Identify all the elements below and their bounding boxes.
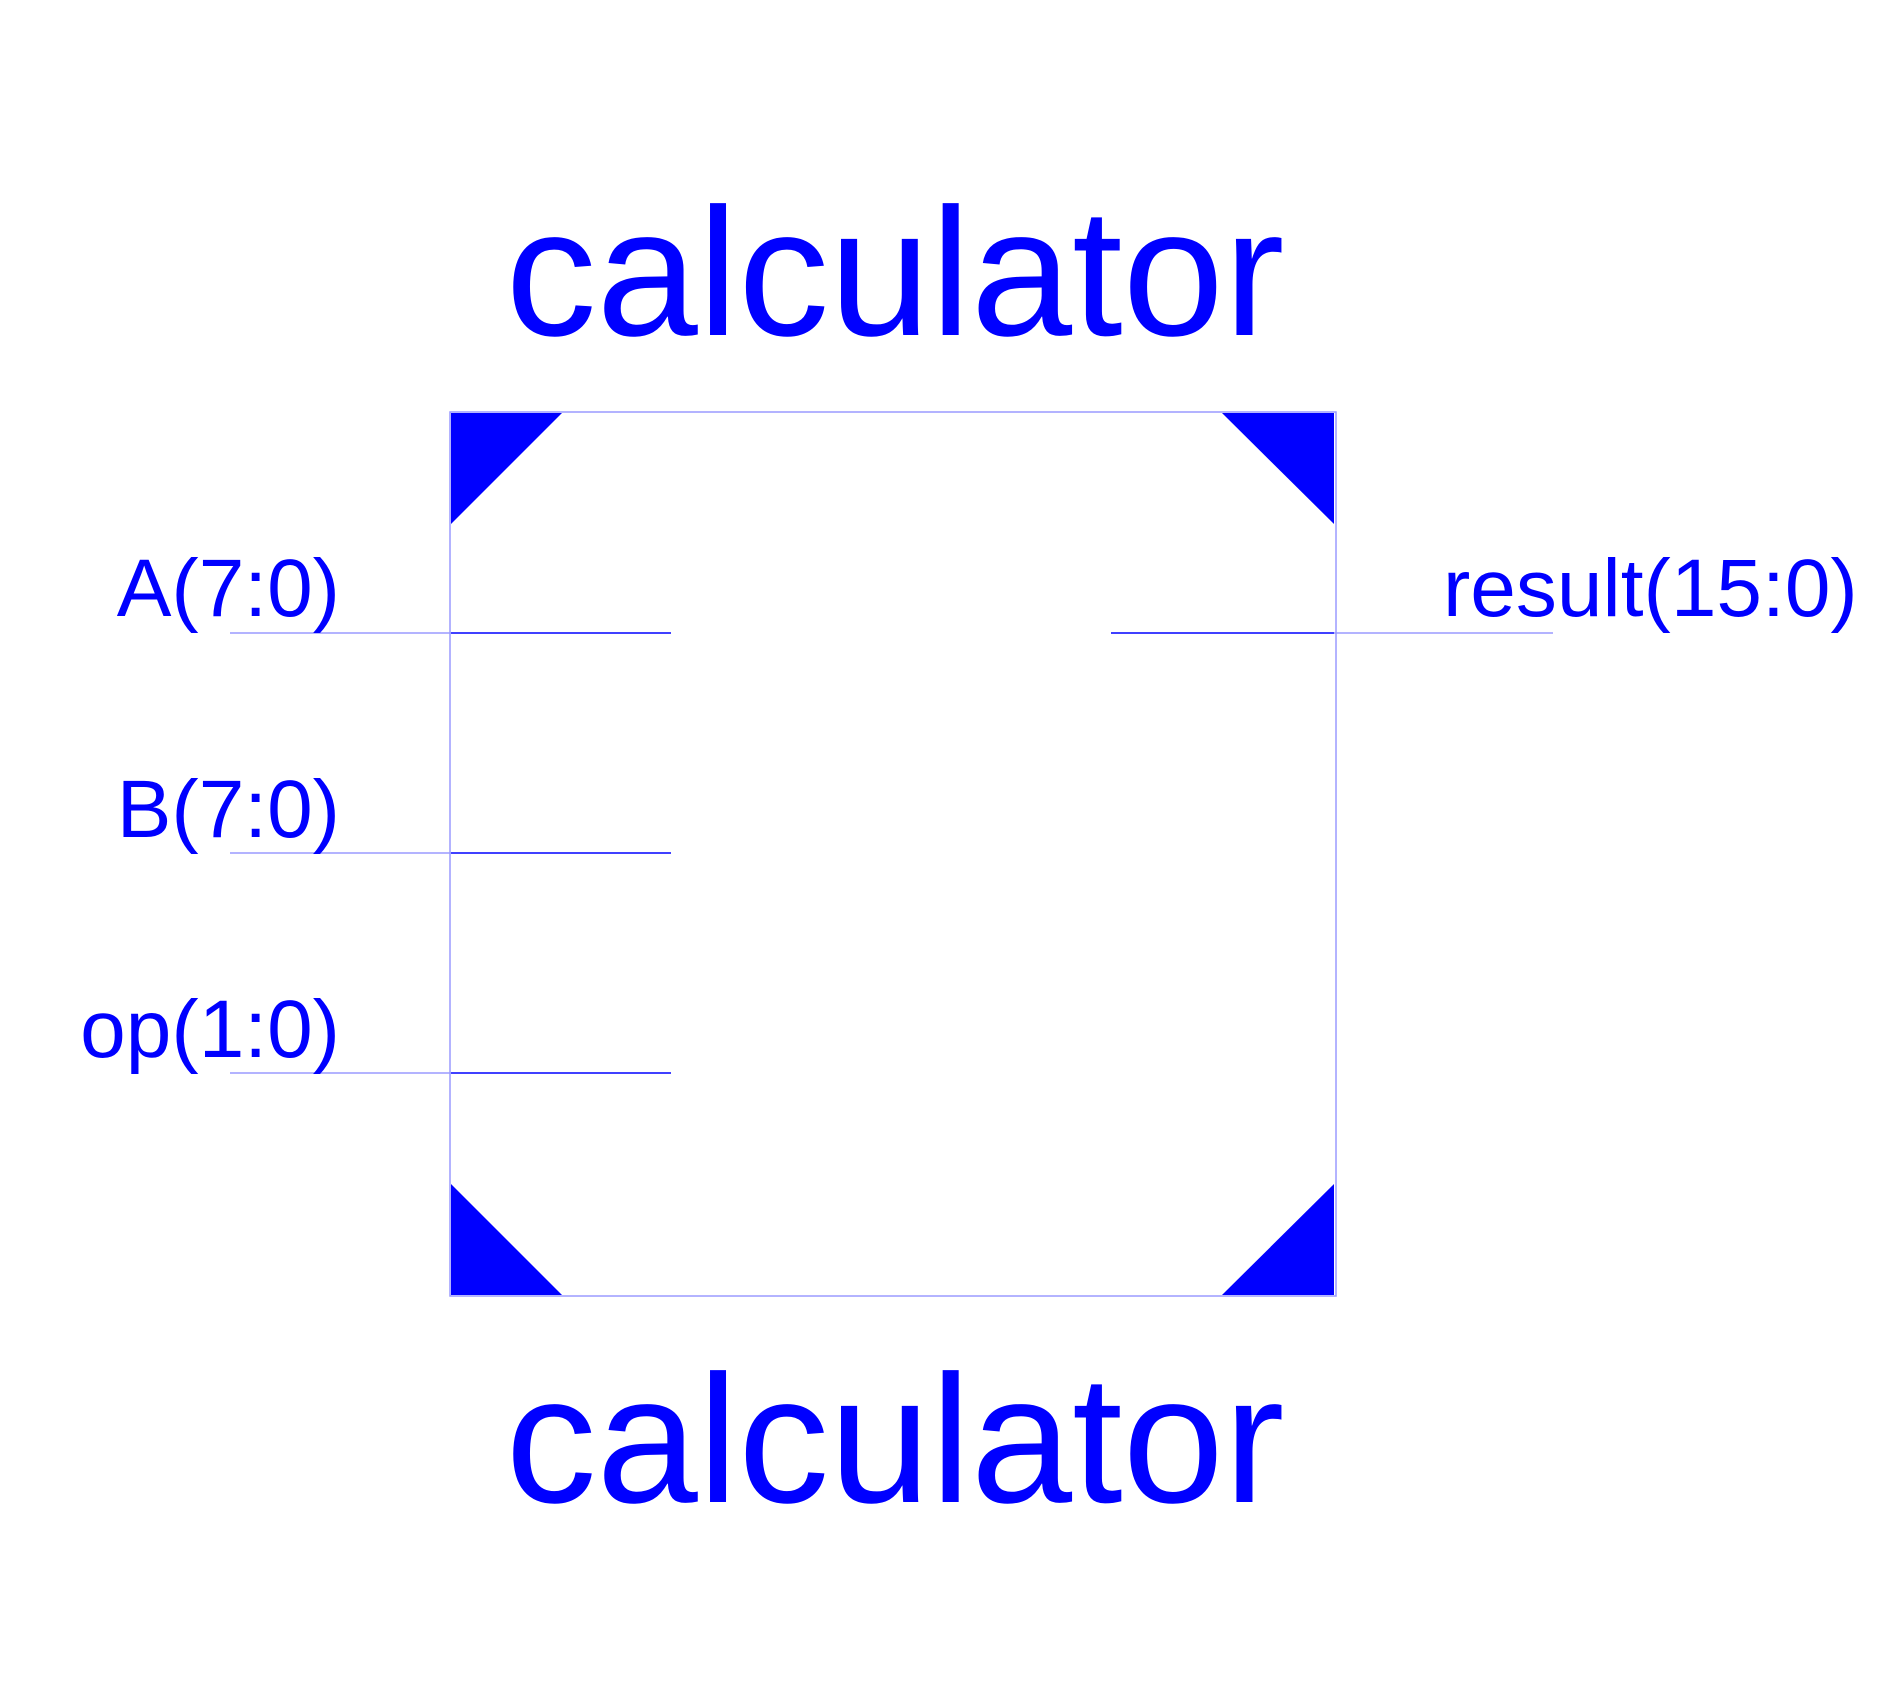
port-result-label: result(15:0)	[1443, 543, 1858, 634]
port-B-label: B(7:0)	[117, 764, 340, 855]
symbol-title-bottom: calculator	[506, 1337, 1285, 1541]
port-op-label: op(1:0)	[80, 984, 340, 1075]
symbol-body[interactable]	[449, 411, 1337, 1297]
schematic-symbol: calculator A(7:0) B(7:0) op(1:0) result(…	[80, 170, 1858, 1541]
symbol-title-top: calculator	[506, 170, 1285, 374]
port-A-label: A(7:0)	[117, 543, 340, 634]
